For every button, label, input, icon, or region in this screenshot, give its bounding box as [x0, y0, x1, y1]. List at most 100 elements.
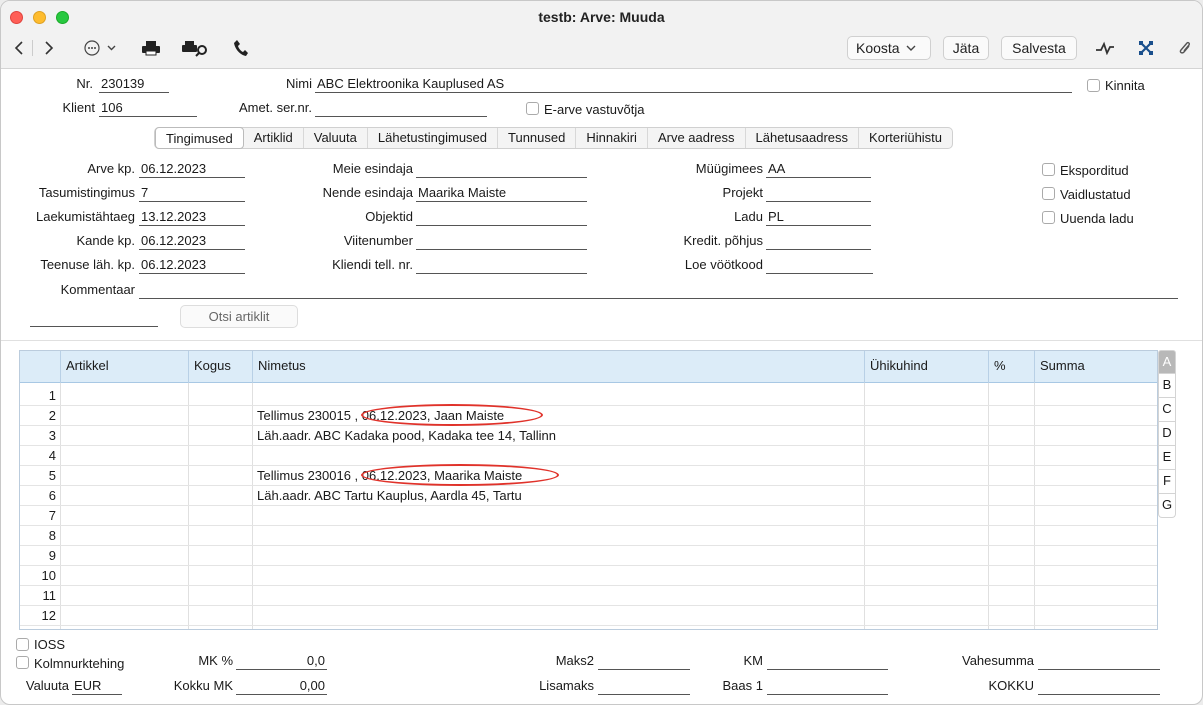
- table-row[interactable]: 11: [20, 586, 1157, 606]
- valuuta-field[interactable]: EUR: [72, 677, 122, 695]
- amet-field[interactable]: [315, 99, 487, 117]
- jata-button[interactable]: Jäta: [943, 36, 989, 60]
- kinnita-checkbox[interactable]: [1087, 79, 1100, 92]
- table-row[interactable]: 12: [20, 606, 1157, 626]
- muugimees-field[interactable]: AA: [766, 160, 871, 178]
- eksporditud-checkbox[interactable]: [1042, 163, 1055, 176]
- col-uhikuhind[interactable]: Ühikuhind: [864, 351, 988, 383]
- table-row[interactable]: 8: [20, 526, 1157, 546]
- kolmnurktehing-label: Kolmnurktehing: [34, 656, 125, 671]
- back-icon[interactable]: [9, 35, 29, 61]
- table-row[interactable]: 4: [20, 446, 1157, 466]
- table-row[interactable]: 6 Läh.aadr. ABC Tartu Kauplus, Aardla 45,…: [20, 486, 1157, 506]
- meie-esindaja-field[interactable]: [416, 160, 587, 178]
- table-row[interactable]: 5 Tellimus 230016 , 06.12.2023, Maarika M…: [20, 466, 1157, 486]
- tab-hinnakiri[interactable]: Hinnakiri: [576, 128, 648, 148]
- side-tab-b[interactable]: B: [1158, 374, 1176, 398]
- row-number: 8: [48, 528, 56, 543]
- kokku-field[interactable]: [1038, 677, 1160, 695]
- tab-arve-aadress[interactable]: Arve aadress: [648, 128, 746, 148]
- kliendi-tell-field[interactable]: [416, 256, 587, 274]
- loe-vootkood-field[interactable]: [766, 256, 873, 274]
- uuenda-ladu-checkbox[interactable]: [1042, 211, 1055, 224]
- ioss-checkbox[interactable]: [16, 638, 29, 651]
- tab-valuuta[interactable]: Valuuta: [304, 128, 368, 148]
- kande-kp-label: Kande kp.: [76, 233, 135, 248]
- kredit-pohjus-field[interactable]: [766, 232, 871, 250]
- table-row[interactable]: 10: [20, 566, 1157, 586]
- side-tab-d[interactable]: D: [1158, 422, 1176, 446]
- maks2-label: Maks2: [555, 653, 594, 668]
- tab-korteriuhistu[interactable]: Korteriühistu: [859, 128, 952, 148]
- klient-field[interactable]: 106: [99, 99, 197, 117]
- nende-esindaja-field[interactable]: Maarika Maiste: [416, 184, 587, 202]
- col-summa[interactable]: Summa: [1034, 351, 1159, 383]
- vahesumma-field[interactable]: [1038, 652, 1160, 670]
- nr-label: Nr.: [76, 76, 93, 91]
- otsi-artiklit-button[interactable]: Otsi artiklit: [180, 305, 298, 328]
- kokku-mk-field[interactable]: 0,00: [236, 677, 327, 695]
- artikkel-search-field[interactable]: [30, 309, 158, 327]
- side-tab-e[interactable]: E: [1158, 446, 1176, 470]
- maks2-field[interactable]: [598, 652, 690, 670]
- vaidlustatud-label: Vaidlustatud: [1060, 187, 1131, 202]
- forward-icon[interactable]: [39, 35, 59, 61]
- side-tab-a[interactable]: A: [1158, 350, 1176, 374]
- kande-kp-field[interactable]: 06.12.2023: [139, 232, 245, 250]
- print-preview-icon[interactable]: [180, 35, 210, 61]
- ladu-field[interactable]: PL: [766, 208, 871, 226]
- km-label: KM: [743, 653, 764, 668]
- valuuta-label: Valuuta: [25, 678, 69, 693]
- print-icon[interactable]: [139, 35, 163, 61]
- tab-tunnused[interactable]: Tunnused: [498, 128, 577, 148]
- vahesumma-label: Vahesumma: [961, 653, 1034, 668]
- phone-icon[interactable]: [231, 35, 251, 61]
- teenuse-lah-kp-field[interactable]: 06.12.2023: [139, 256, 245, 274]
- table-row[interactable]: 9: [20, 546, 1157, 566]
- table-row[interactable]: 2 Tellimus 230015 , 06.12.2023, Jaan Mais…: [20, 406, 1157, 426]
- objektid-field[interactable]: [416, 208, 587, 226]
- mk-percent-label: MK %: [198, 653, 233, 668]
- lisamaks-field[interactable]: [598, 677, 690, 695]
- table-row[interactable]: 1: [20, 386, 1157, 406]
- kommentaar-field[interactable]: [139, 281, 1178, 299]
- nimi-field[interactable]: ABC Elektroonika Kauplused AS: [315, 75, 1072, 93]
- kinnita-label: Kinnita: [1105, 78, 1145, 93]
- col-artikkel[interactable]: Artikkel: [60, 351, 188, 383]
- attachment-icon[interactable]: [1173, 35, 1197, 61]
- laekumistahtaeg-field[interactable]: 13.12.2023: [139, 208, 245, 226]
- col-nimetus[interactable]: Nimetus: [252, 351, 864, 383]
- table-row[interactable]: 7: [20, 506, 1157, 526]
- col-percent[interactable]: %: [988, 351, 1034, 383]
- viitenumber-label: Viitenumber: [343, 233, 413, 248]
- mk-percent-field[interactable]: 0,0: [236, 652, 327, 670]
- row-nimetus[interactable]: Läh.aadr. ABC Kadaka pood, Kadaka tee 14…: [257, 426, 556, 445]
- koosta-dropdown[interactable]: Koosta: [847, 36, 931, 60]
- side-tab-g[interactable]: G: [1158, 494, 1176, 518]
- row-number: 4: [48, 448, 56, 463]
- vaidlustatud-checkbox[interactable]: [1042, 187, 1055, 200]
- tab-artiklid[interactable]: Artiklid: [244, 128, 304, 148]
- side-tab-f[interactable]: F: [1158, 470, 1176, 494]
- more-actions-icon[interactable]: [81, 35, 121, 61]
- nr-field[interactable]: 230139: [99, 75, 169, 93]
- side-tab-c[interactable]: C: [1158, 398, 1176, 422]
- tasumistingimus-field[interactable]: 7: [139, 184, 245, 202]
- baas1-field[interactable]: [767, 677, 888, 695]
- projekt-field[interactable]: [766, 184, 871, 202]
- kolmnurktehing-checkbox[interactable]: [16, 656, 29, 669]
- row-nimetus[interactable]: Läh.aadr. ABC Tartu Kauplus, Aardla 45, …: [257, 486, 522, 505]
- tab-lahetustingimused[interactable]: Lähetustingimused: [368, 128, 499, 148]
- table-row[interactable]: 3 Läh.aadr. ABC Kadaka pood, Kadaka tee 1…: [20, 426, 1157, 446]
- arve-kp-field[interactable]: 06.12.2023: [139, 160, 245, 178]
- tasumistingimus-label: Tasumistingimus: [38, 185, 135, 200]
- tab-tingimused[interactable]: Tingimused: [155, 127, 244, 149]
- tab-lahetusaadress[interactable]: Lähetusaadress: [746, 128, 860, 148]
- col-kogus[interactable]: Kogus: [188, 351, 252, 383]
- salvesta-button[interactable]: Salvesta: [1001, 36, 1077, 60]
- activity-icon[interactable]: [1093, 35, 1117, 61]
- km-field[interactable]: [767, 652, 888, 670]
- earve-checkbox[interactable]: [526, 102, 539, 115]
- expand-icon[interactable]: [1134, 35, 1158, 61]
- viitenumber-field[interactable]: [416, 232, 587, 250]
